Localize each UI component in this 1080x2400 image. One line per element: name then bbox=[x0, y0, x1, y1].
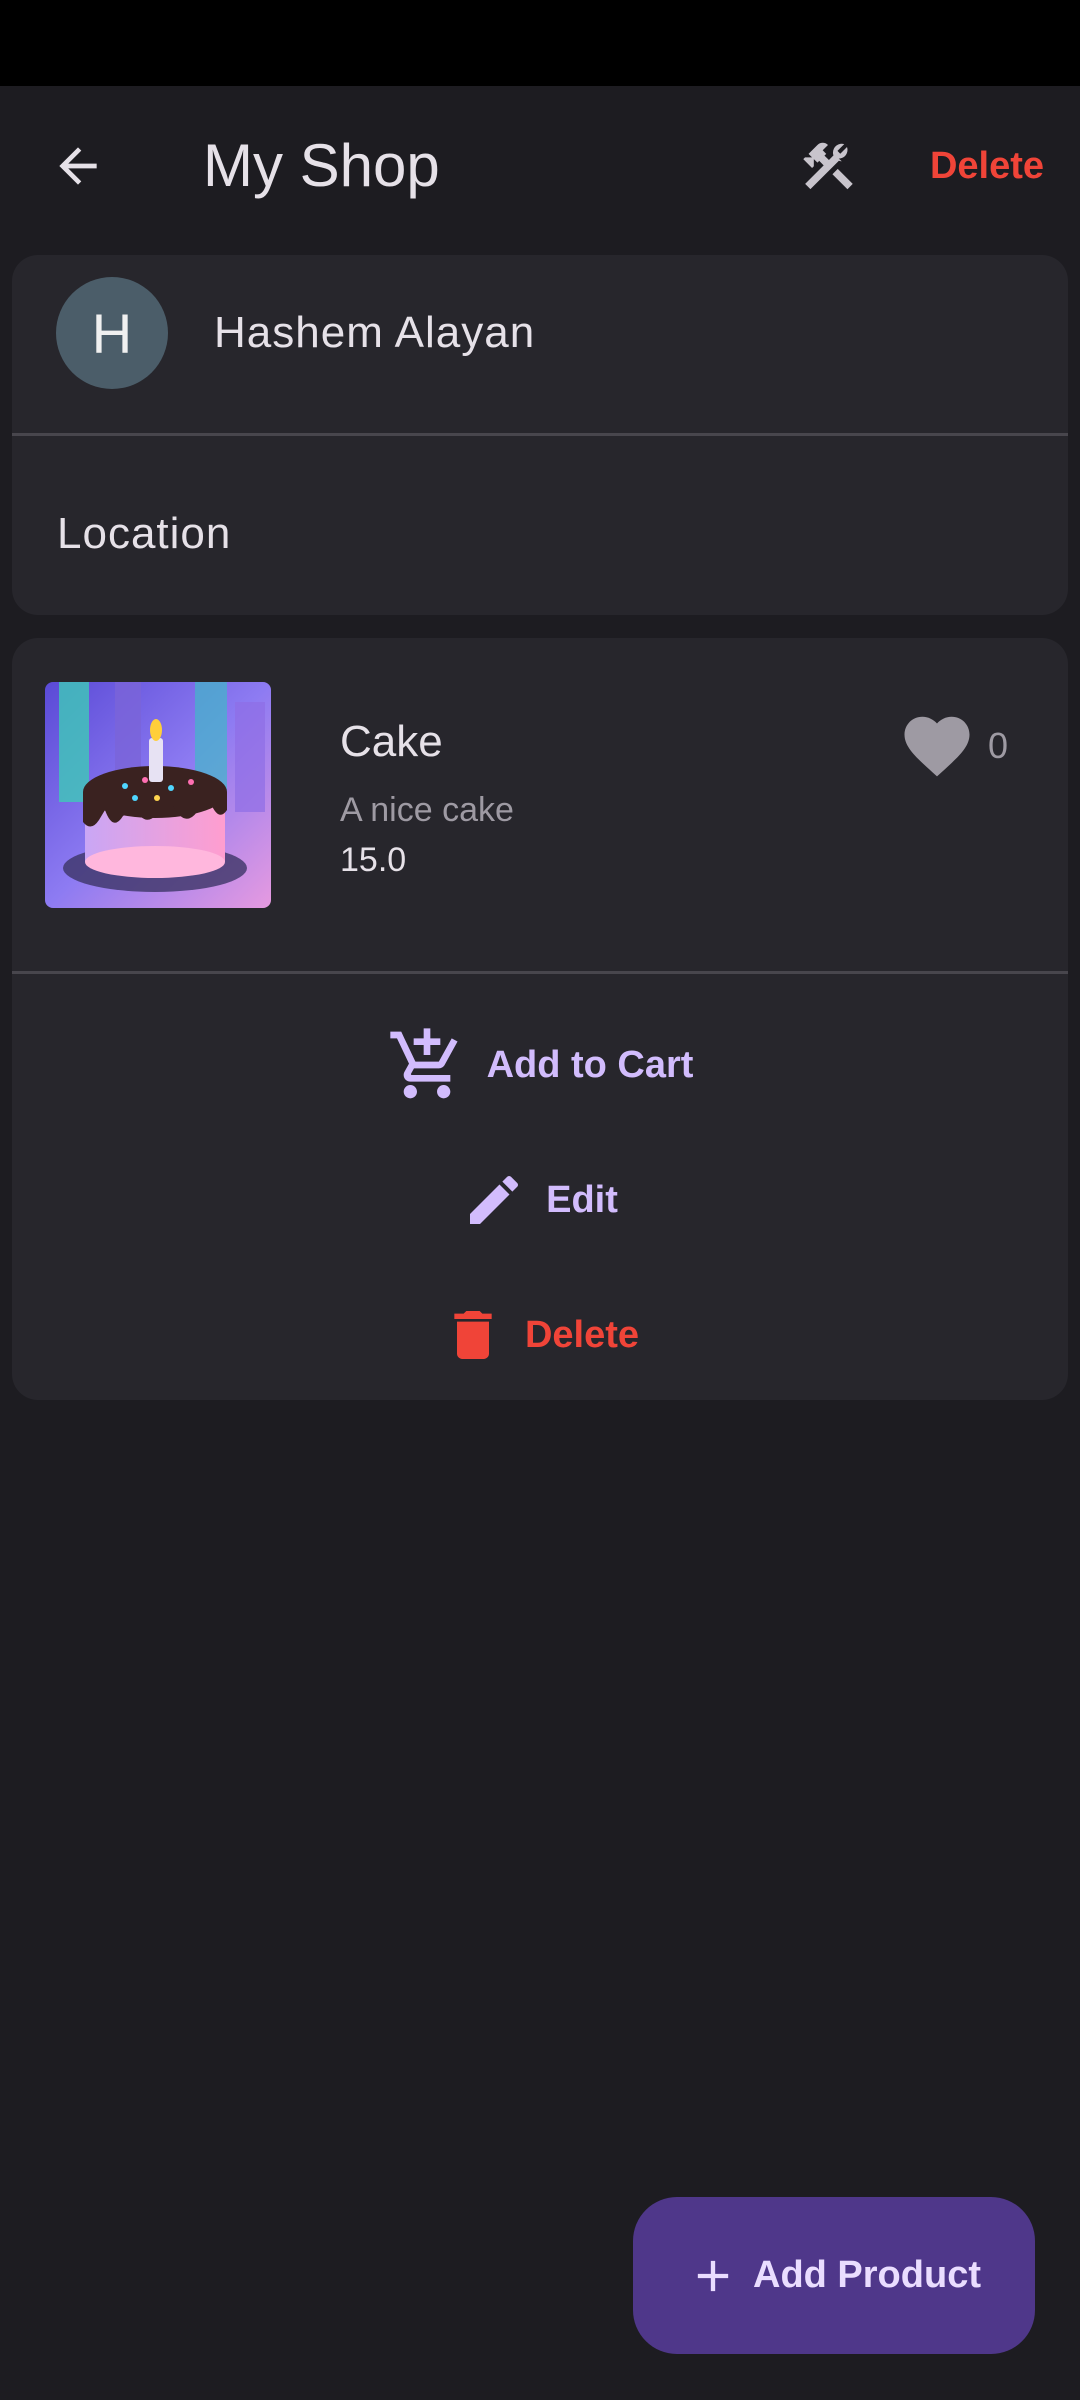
plus-icon bbox=[697, 2260, 729, 2291]
arrow-back-icon bbox=[59, 147, 97, 185]
product-name: Cake bbox=[340, 717, 443, 766]
app-bar: My Shop Delete bbox=[0, 86, 1080, 246]
owner-row[interactable]: H Hashem Alayan bbox=[12, 255, 1068, 433]
cake-image bbox=[45, 682, 271, 908]
edit-label: Edit bbox=[546, 1178, 618, 1221]
delete-label: Delete bbox=[524, 1313, 640, 1356]
add-product-button[interactable]: Add Product bbox=[633, 2197, 1035, 2354]
delete-product-button[interactable]: Delete bbox=[12, 1285, 1068, 1385]
page-title: My Shop bbox=[203, 132, 440, 199]
add-to-cart-label: Add to Cart bbox=[486, 1043, 694, 1086]
add-shopping-cart-icon bbox=[389, 1028, 458, 1099]
avatar: H bbox=[56, 277, 168, 389]
shop-card: H Hashem Alayan Location bbox=[12, 255, 1068, 615]
tools-icon bbox=[803, 142, 853, 190]
product-description: A nice cake bbox=[340, 791, 514, 829]
like-button[interactable] bbox=[892, 706, 982, 786]
back-button[interactable] bbox=[38, 126, 118, 206]
location-label[interactable]: Location bbox=[57, 504, 231, 564]
add-to-cart-button[interactable]: Add to Cart bbox=[12, 1015, 1068, 1115]
like-count: 0 bbox=[988, 725, 1009, 766]
heart-icon bbox=[904, 716, 970, 777]
trash-icon bbox=[454, 1311, 492, 1359]
add-product-label: Add Product bbox=[753, 2254, 981, 2296]
tools-button[interactable] bbox=[788, 126, 868, 206]
divider bbox=[12, 433, 1068, 436]
edit-button[interactable]: Edit bbox=[12, 1150, 1068, 1250]
owner-name: Hashem Alayan bbox=[214, 308, 536, 357]
product-card: Cake A nice cake 15.0 0 Add to Cart Edit… bbox=[12, 638, 1068, 1400]
pencil-icon bbox=[470, 1175, 519, 1224]
divider bbox=[12, 971, 1068, 974]
status-bar bbox=[0, 0, 1080, 86]
delete-shop-button[interactable]: Delete bbox=[930, 126, 1044, 206]
product-image bbox=[45, 682, 271, 908]
product-price: 15.0 bbox=[340, 841, 407, 879]
